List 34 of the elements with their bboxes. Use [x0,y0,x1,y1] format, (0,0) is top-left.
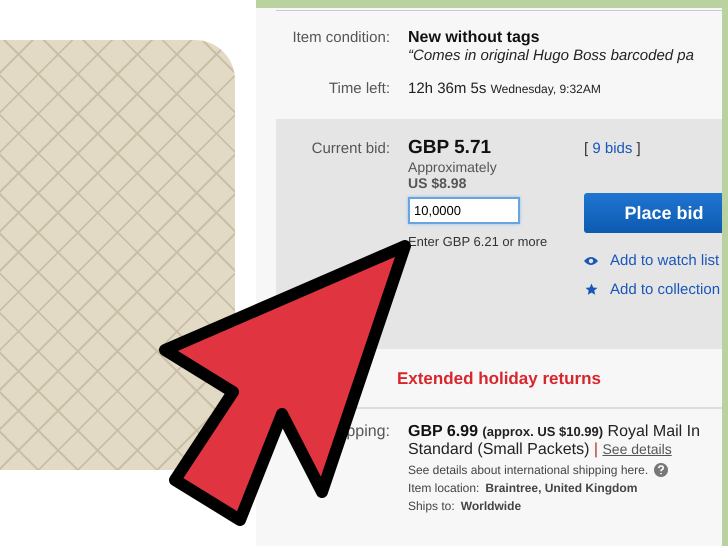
star-icon [584,283,598,296]
field-label: Item location: [408,481,480,495]
bracket: [ [584,140,588,157]
shipping-note: See details about international shipping here. [408,463,648,477]
field-label: Time left: [328,80,390,97]
seller-note: “Comes in original Hugo Boss barcoded pa [408,47,695,64]
ships-to-value: Worldwide [460,499,522,513]
approx-label: Approximately [408,159,498,175]
field-label: Ships to: [408,499,455,513]
details-link[interactable]: See details [602,441,672,457]
bracket: ] [636,140,641,157]
help-icon[interactable] [654,463,668,477]
eye-icon [584,256,598,266]
field-label: pping: [345,423,390,441]
current-price: GBP 5.71 [408,137,492,159]
approx-price: US $8.98 [408,175,468,191]
bid-input[interactable]: 10,0000 [408,197,520,224]
item-location: Braintree, United Kingdom [485,481,638,495]
field-label: Current bid: [310,139,390,157]
bids-link[interactable]: 9 bids [592,140,632,157]
bid-hint: Enter GBP 6.21 or more [408,234,548,249]
shipping-price: GBP 6.99 [408,423,478,440]
time-remaining: 12h 36m 5s [408,80,486,97]
place-bid-button[interactable]: Place bid [584,193,722,233]
shipping-service: Royal Mail In [608,423,700,440]
end-time: Wednesday, 9:32AM [490,82,601,96]
condition-value: New without tags [408,29,541,47]
shipping-approx: (approx. US $10.99) [482,424,604,439]
shipping-service: Standard (Small Packets) [408,441,590,458]
action-link[interactable]: Add to collection [610,281,720,298]
action-link[interactable]: Add to watch list [610,252,720,269]
returns-notice: Extended holiday returns [396,368,602,389]
field-label: Item condition: [291,29,390,46]
separator: | [594,441,598,458]
